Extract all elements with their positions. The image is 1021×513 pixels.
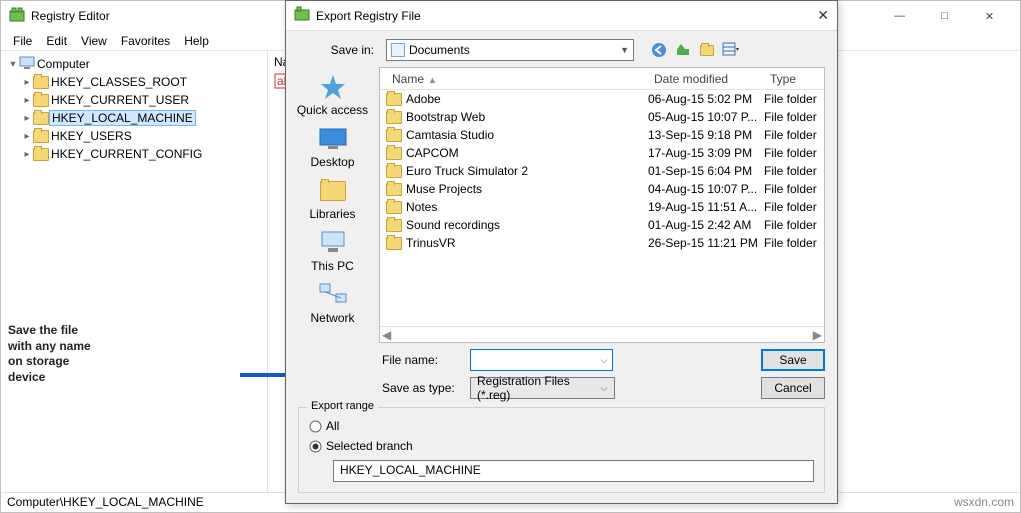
save-as-type-label: Save as type: — [382, 381, 462, 395]
menu-help[interactable]: Help — [178, 32, 215, 50]
folder-icon — [386, 111, 402, 124]
save-in-label: Save in: — [330, 43, 380, 57]
folder-icon — [33, 112, 49, 125]
radio-checked-icon — [309, 440, 322, 453]
up-one-level-icon[interactable] — [674, 41, 692, 59]
folder-icon — [386, 129, 402, 142]
back-icon[interactable] — [650, 41, 668, 59]
scroll-left-icon[interactable]: ◀ — [382, 328, 391, 342]
chevron-down-icon: ⌵ — [601, 383, 608, 394]
view-menu-icon[interactable] — [722, 41, 740, 59]
menu-file[interactable]: File — [7, 32, 38, 50]
folder-icon — [386, 93, 402, 106]
file-row[interactable]: CAPCOM17-Aug-15 3:09 PMFile folder — [380, 144, 824, 162]
file-list[interactable]: Name▲ Date modified Type Adobe06-Aug-15 … — [379, 67, 825, 343]
selected-branch-input[interactable]: HKEY_LOCAL_MACHINE — [333, 460, 814, 482]
save-in-combo[interactable]: Documents ▼ — [386, 39, 634, 61]
radio-selected-branch[interactable]: Selected branch — [309, 436, 814, 456]
places-bar: Quick access Desktop Libraries This PC N… — [286, 67, 379, 343]
folder-icon — [33, 148, 49, 161]
dialog-titlebar: Export Registry File ✕ — [286, 1, 837, 31]
maximize-button[interactable]: □ — [922, 2, 967, 30]
minimize-button[interactable]: — — [877, 2, 922, 30]
place-quick-access[interactable]: Quick access — [293, 73, 373, 117]
radio-unchecked-icon — [309, 420, 322, 433]
computer-icon — [19, 56, 35, 73]
dialog-title: Export Registry File — [316, 9, 789, 23]
sort-asc-icon: ▲ — [428, 75, 437, 85]
annotation-text: Save the file with any name on storage d… — [8, 323, 91, 385]
col-type[interactable]: Type — [764, 72, 824, 86]
status-path: Computer\HKEY_LOCAL_MACHINE — [7, 495, 204, 510]
dialog-close-button[interactable]: ✕ — [789, 7, 829, 24]
save-as-type-combo[interactable]: Registration Files (*.reg)⌵ — [470, 377, 615, 399]
watermark: wsxdn.com — [954, 495, 1014, 510]
folder-icon — [386, 183, 402, 196]
registry-tree[interactable]: ▾ Computer ▸HKEY_CLASSES_ROOT▸HKEY_CURRE… — [1, 51, 268, 492]
folder-icon — [386, 237, 402, 250]
close-button[interactable]: ✕ — [967, 2, 1012, 30]
radio-all[interactable]: All — [309, 416, 814, 436]
folder-icon — [33, 130, 49, 143]
tree-item[interactable]: ▸HKEY_LOCAL_MACHINE — [3, 109, 265, 127]
file-row[interactable]: TrinusVR26-Sep-15 11:21 PMFile folder — [380, 234, 824, 252]
save-button[interactable]: Save — [761, 349, 825, 371]
new-folder-icon[interactable] — [698, 41, 716, 59]
tree-item[interactable]: ▸HKEY_CLASSES_ROOT — [3, 73, 265, 91]
file-row[interactable]: Adobe06-Aug-15 5:02 PMFile folder — [380, 90, 824, 108]
folder-icon — [386, 219, 402, 232]
place-libraries[interactable]: Libraries — [293, 177, 373, 221]
folder-icon — [33, 94, 49, 107]
folder-icon — [386, 147, 402, 160]
file-row[interactable]: Camtasia Studio13-Sep-15 9:18 PMFile fol… — [380, 126, 824, 144]
menu-favorites[interactable]: Favorites — [115, 32, 176, 50]
tree-item[interactable]: ▸HKEY_USERS — [3, 127, 265, 145]
documents-icon — [391, 43, 405, 57]
place-network[interactable]: Network — [293, 281, 373, 325]
file-list-header[interactable]: Name▲ Date modified Type — [380, 68, 824, 90]
file-name-label: File name: — [382, 353, 462, 367]
file-name-input[interactable]: ⌵ — [470, 349, 613, 371]
file-row[interactable]: Bootstrap Web05-Aug-15 10:07 P...File fo… — [380, 108, 824, 126]
col-name[interactable]: Name▲ — [386, 72, 648, 86]
file-row[interactable]: Muse Projects04-Aug-15 10:07 P...File fo… — [380, 180, 824, 198]
horizontal-scrollbar[interactable]: ◀▶ — [380, 326, 824, 342]
chevron-down-icon[interactable]: ⌵ — [601, 355, 608, 366]
folder-icon — [33, 76, 49, 89]
chevron-down-icon: ▼ — [620, 45, 629, 55]
file-row[interactable]: Notes19-Aug-15 11:51 A...File folder — [380, 198, 824, 216]
menu-view[interactable]: View — [75, 32, 113, 50]
place-desktop[interactable]: Desktop — [293, 125, 373, 169]
menu-edit[interactable]: Edit — [40, 32, 73, 50]
cancel-button[interactable]: Cancel — [761, 377, 825, 399]
tree-item[interactable]: ▸HKEY_CURRENT_USER — [3, 91, 265, 109]
regedit-icon — [9, 7, 25, 26]
tree-root[interactable]: ▾ Computer — [3, 55, 265, 73]
export-registry-dialog: Export Registry File ✕ Save in: Document… — [285, 0, 838, 504]
place-this-pc[interactable]: This PC — [293, 229, 373, 273]
col-date[interactable]: Date modified — [648, 72, 764, 86]
tree-item[interactable]: ▸HKEY_CURRENT_CONFIG — [3, 145, 265, 163]
scroll-right-icon[interactable]: ▶ — [813, 328, 822, 342]
folder-icon — [386, 201, 402, 214]
export-range-legend: Export range — [307, 400, 378, 412]
file-row[interactable]: Euro Truck Simulator 201-Sep-15 6:04 PMF… — [380, 162, 824, 180]
folder-icon — [386, 165, 402, 178]
file-row[interactable]: Sound recordings01-Aug-15 2:42 AMFile fo… — [380, 216, 824, 234]
export-range-group: Export range All Selected branch HKEY_LO… — [298, 407, 825, 493]
dialog-icon — [294, 6, 310, 25]
